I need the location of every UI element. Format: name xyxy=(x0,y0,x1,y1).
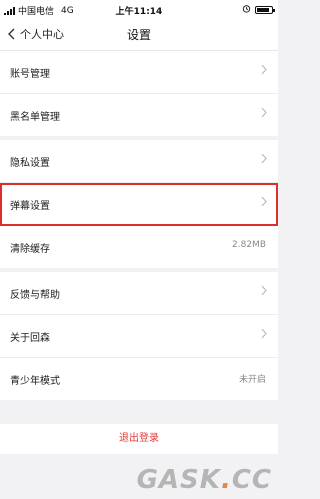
settings-row-about[interactable]: 关于回森 xyxy=(0,315,278,358)
row-label: 关于回森 xyxy=(10,333,50,344)
chevron-right-icon xyxy=(261,64,267,75)
row-label: 青少年模式 xyxy=(10,376,60,387)
clock: 上午11:14 xyxy=(115,7,163,17)
cache-size: 2.82MB xyxy=(232,240,266,250)
row-label: 清除缓存 xyxy=(10,244,50,255)
settings-row-danmaku[interactable]: 弹幕设置 xyxy=(0,183,278,226)
row-label: 账号管理 xyxy=(10,69,50,80)
alarm-icon xyxy=(242,4,251,16)
settings-row-teen-mode[interactable]: 青少年模式 未开启 xyxy=(0,358,278,400)
battery-fill xyxy=(257,8,269,12)
settings-row-privacy[interactable]: 隐私设置 xyxy=(0,140,278,183)
teen-mode-status: 未开启 xyxy=(238,375,266,385)
settings-group-about: 反馈与帮助 关于回森 青少年模式 未开启 xyxy=(0,272,278,400)
chevron-right-icon xyxy=(261,153,267,164)
chevron-right-icon xyxy=(261,107,267,118)
watermark-suffix: CC xyxy=(231,465,272,495)
logout-button[interactable]: 退出登录 xyxy=(0,424,278,454)
settings-group-privacy: 隐私设置 弹幕设置 清除缓存 2.82MB xyxy=(0,140,278,268)
battery-icon xyxy=(255,6,275,14)
settings-row-feedback[interactable]: 反馈与帮助 xyxy=(0,272,278,315)
settings-row-blacklist[interactable]: 黑名单管理 xyxy=(0,94,278,136)
row-label: 隐私设置 xyxy=(10,158,50,169)
watermark-logo: GASK.CC xyxy=(137,465,272,495)
page-title: 设置 xyxy=(126,28,151,42)
status-bar: 中国电信 4G 上午11:14 xyxy=(0,0,278,20)
chevron-right-icon xyxy=(261,285,267,296)
row-label: 反馈与帮助 xyxy=(10,290,60,301)
row-label: 弹幕设置 xyxy=(10,201,50,212)
watermark-dot: . xyxy=(220,465,232,495)
settings-group-account: 账号管理 黑名单管理 xyxy=(0,51,278,136)
settings-row-account-management[interactable]: 账号管理 xyxy=(0,51,278,94)
chevron-right-icon xyxy=(261,196,267,207)
watermark-main: GASK xyxy=(136,465,221,495)
nav-bar: 个人中心 设置 xyxy=(0,20,278,51)
settings-row-clear-cache[interactable]: 清除缓存 2.82MB xyxy=(0,226,278,268)
chevron-right-icon xyxy=(261,328,267,339)
row-label: 黑名单管理 xyxy=(10,112,60,123)
